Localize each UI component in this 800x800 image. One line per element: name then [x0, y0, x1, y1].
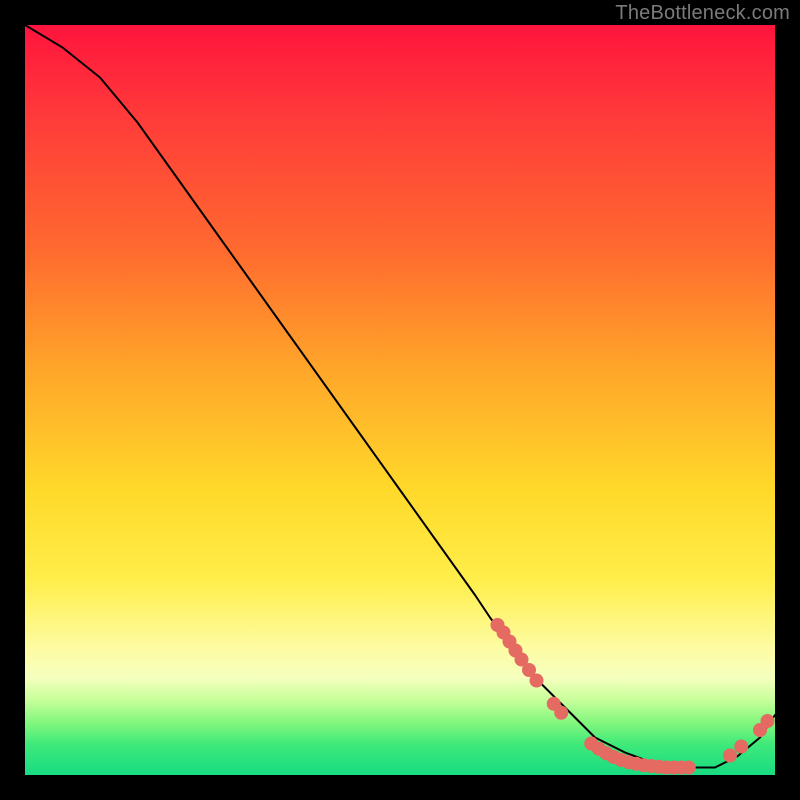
data-marker: [734, 740, 748, 754]
plot-area: [25, 25, 775, 775]
data-markers-group: [491, 618, 775, 775]
bottleneck-curve: [25, 25, 775, 768]
data-marker: [530, 674, 544, 688]
data-marker: [723, 749, 737, 763]
chart-overlay-svg: [25, 25, 775, 775]
watermark-text: TheBottleneck.com: [615, 2, 790, 25]
data-marker: [761, 714, 775, 728]
data-marker: [682, 761, 696, 775]
data-marker: [554, 706, 568, 720]
chart-stage: TheBottleneck.com: [0, 0, 800, 800]
